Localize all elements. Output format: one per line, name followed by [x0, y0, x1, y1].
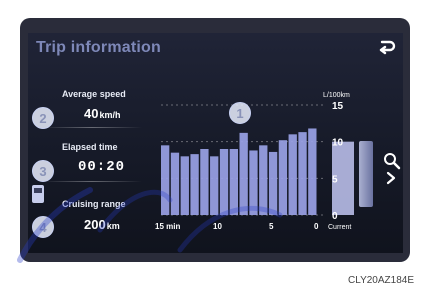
history-bar [249, 150, 258, 215]
current-label: Current [328, 224, 351, 231]
callout-4: 4 [32, 216, 54, 238]
y-tick-label: 15 [332, 101, 344, 112]
fuel-consumption-chart: 0 5 10 15 L/100km 15 min 10 5 0 Current [155, 92, 354, 231]
callout-2: 2 [32, 107, 54, 129]
y-tick-label: 5 [332, 174, 338, 185]
trip-information-screen: Trip information Average speed 40km/h El… [28, 33, 403, 253]
history-bar [200, 149, 209, 215]
history-bar [288, 134, 297, 215]
history-bar [190, 154, 199, 215]
current-panel-tab[interactable] [359, 141, 373, 207]
chevron-right-icon[interactable] [384, 171, 398, 185]
figure-code: CLY20AZ184E [348, 275, 414, 286]
x-tick-label: 0 [314, 222, 319, 231]
history-bar [239, 132, 248, 215]
magnifier-icon[interactable] [382, 151, 402, 171]
history-bar [219, 149, 229, 215]
x-tick-label: 10 [213, 222, 222, 231]
callout-3: 3 [32, 160, 54, 182]
history-bar [268, 151, 278, 215]
history-bar [298, 132, 307, 215]
history-bar [180, 156, 189, 215]
history-bar [170, 152, 180, 215]
x-tick-label: 15 min [155, 222, 180, 231]
history-bar [161, 145, 170, 215]
y-tick-label: 0 [332, 211, 338, 222]
history-bar [210, 156, 219, 215]
callout-1: 1 [229, 102, 251, 124]
x-tick-label: 5 [269, 222, 274, 231]
history-bar [278, 140, 288, 215]
history-bar [308, 128, 317, 215]
history-bar [259, 145, 268, 215]
history-bar [229, 149, 238, 215]
unit-label: L/100km [323, 92, 350, 99]
y-tick-label: 10 [332, 138, 344, 149]
